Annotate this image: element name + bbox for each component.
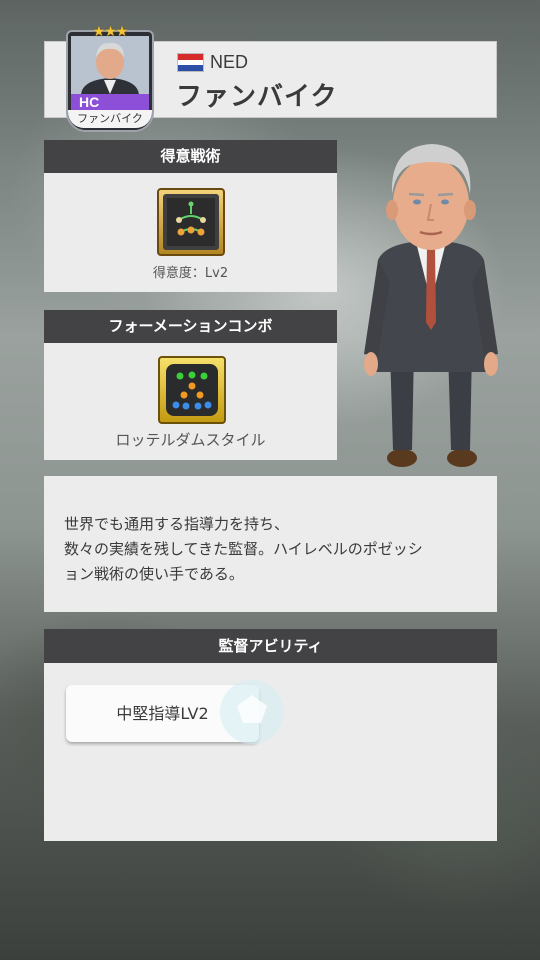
formation-dots-icon[interactable]	[158, 356, 226, 424]
card-name-label: ファンバイク	[68, 110, 152, 128]
card-position-badge: HC	[71, 94, 149, 110]
specialty-section-title: 得意戦術	[44, 140, 337, 173]
ability-button[interactable]: 中堅指導LV2	[66, 680, 284, 744]
coach-figure	[362, 132, 500, 477]
description-line: 数々の実績を残してきた監督。ハイレベルのポゼッシ	[64, 540, 423, 558]
description-line: 世界でも通用する指導力を持ち、	[64, 515, 290, 533]
ability-label: 中堅指導LV2	[116, 704, 209, 723]
nation-code: NED	[210, 52, 249, 72]
specialty-level-label: 得意度：Lv2	[152, 266, 229, 281]
description-line: ョン戦術の使い手である。	[64, 565, 244, 583]
coach-card: ★★★ HC ファンバイク	[66, 24, 154, 132]
netherlands-flag-icon	[177, 53, 204, 72]
coach-name: ファンバイク	[176, 82, 338, 112]
tactic-board-icon[interactable]	[157, 188, 225, 256]
card-stars-icon: ★★★	[92, 24, 129, 40]
coach-portrait	[71, 36, 149, 96]
ability-section-title: 監督アビリティ	[44, 629, 497, 663]
formation-name-label: ロッテルダムスタイル	[115, 431, 266, 449]
description-text: 世界でも通用する指導力を持ち、 数々の実績を残してきた監督。ハイレベルのポゼッシ…	[64, 512, 484, 587]
formation-section-title: フォーメーションコンボ	[44, 310, 337, 343]
